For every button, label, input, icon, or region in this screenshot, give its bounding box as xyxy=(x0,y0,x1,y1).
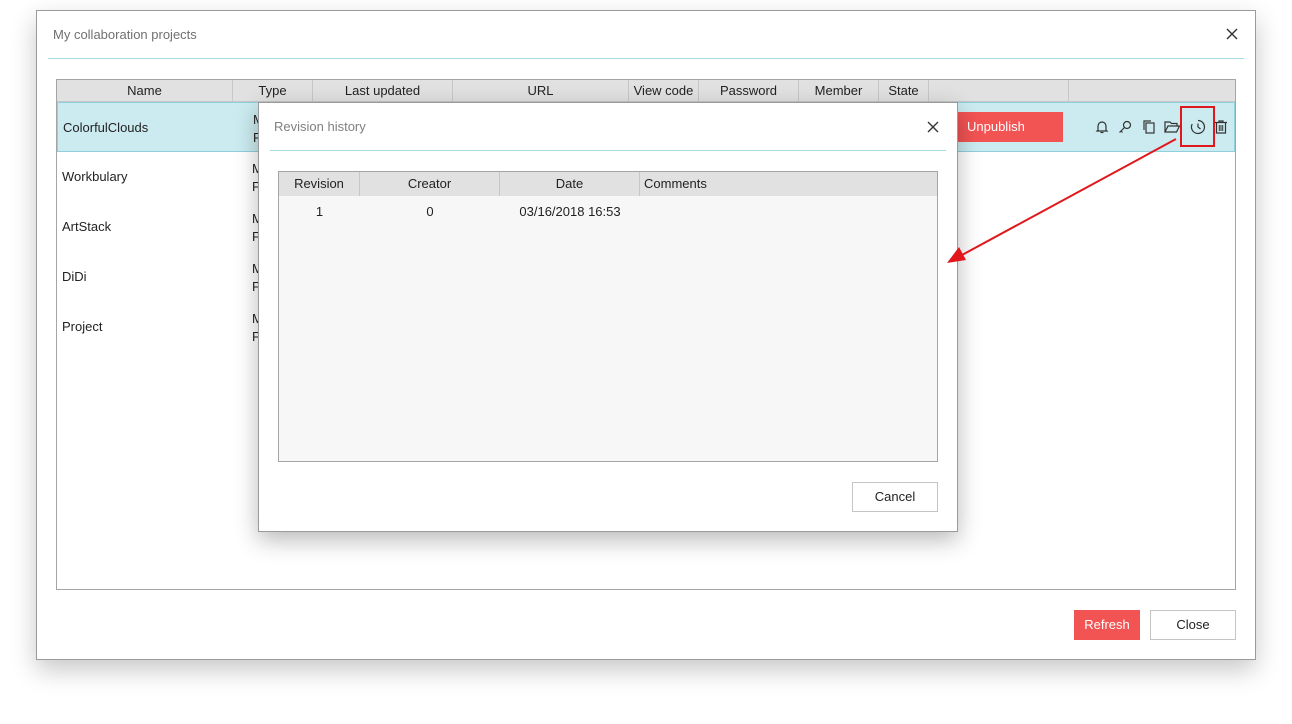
column-header-last-updated[interactable]: Last updated xyxy=(313,80,453,102)
close-button[interactable]: Close xyxy=(1150,610,1236,640)
unpublish-button[interactable]: Unpublish xyxy=(957,112,1063,142)
column-header-view-code[interactable]: View code xyxy=(629,80,699,102)
close-icon[interactable] xyxy=(1223,25,1241,43)
column-header-revision[interactable]: Revision xyxy=(279,172,360,196)
column-header-member[interactable]: Member xyxy=(799,80,879,102)
project-name: Workbulary xyxy=(62,169,128,184)
column-header-state[interactable]: State xyxy=(879,80,929,102)
column-header-url[interactable]: URL xyxy=(453,80,629,102)
close-icon[interactable] xyxy=(925,119,941,135)
column-header-password[interactable]: Password xyxy=(699,80,799,102)
folder-open-icon[interactable] xyxy=(1163,118,1181,136)
table-header: Name Type Last updated URL View code Pas… xyxy=(57,80,1235,102)
table-row[interactable]: 1 0 03/16/2018 16:53 xyxy=(279,202,937,222)
revision-dialog-title: Revision history xyxy=(274,119,366,134)
project-name: ColorfulClouds xyxy=(63,120,149,135)
column-header-name[interactable]: Name xyxy=(57,80,233,102)
project-name: DiDi xyxy=(62,269,87,284)
column-header-comments[interactable]: Comments xyxy=(640,172,937,196)
title-divider xyxy=(48,58,1244,59)
column-header-date[interactable]: Date xyxy=(500,172,640,196)
cancel-button[interactable]: Cancel xyxy=(852,482,938,512)
key-icon[interactable] xyxy=(1116,118,1134,136)
refresh-button[interactable]: Refresh xyxy=(1074,610,1140,640)
column-header-creator[interactable]: Creator xyxy=(360,172,500,196)
column-header-blank xyxy=(929,80,1069,102)
copy-icon[interactable] xyxy=(1140,118,1158,136)
history-icon-highlight xyxy=(1180,106,1215,147)
revision-history-dialog: Revision history Revision Creator Date C… xyxy=(258,102,958,532)
bell-icon[interactable] xyxy=(1093,118,1111,136)
revision-table-header: Revision Creator Date Comments xyxy=(279,172,937,196)
revision-comments xyxy=(640,202,937,222)
revision-date: 03/16/2018 16:53 xyxy=(519,204,621,219)
revision-creator: 0 xyxy=(426,204,434,219)
column-header-type[interactable]: Type xyxy=(233,80,313,102)
revision-number: 1 xyxy=(315,204,324,219)
dialog-title: My collaboration projects xyxy=(53,27,197,42)
project-name: Project xyxy=(62,319,103,334)
project-name: ArtStack xyxy=(62,219,112,234)
revision-table: Revision Creator Date Comments 1 0 03/16… xyxy=(278,171,938,462)
revision-title-divider xyxy=(270,150,946,151)
